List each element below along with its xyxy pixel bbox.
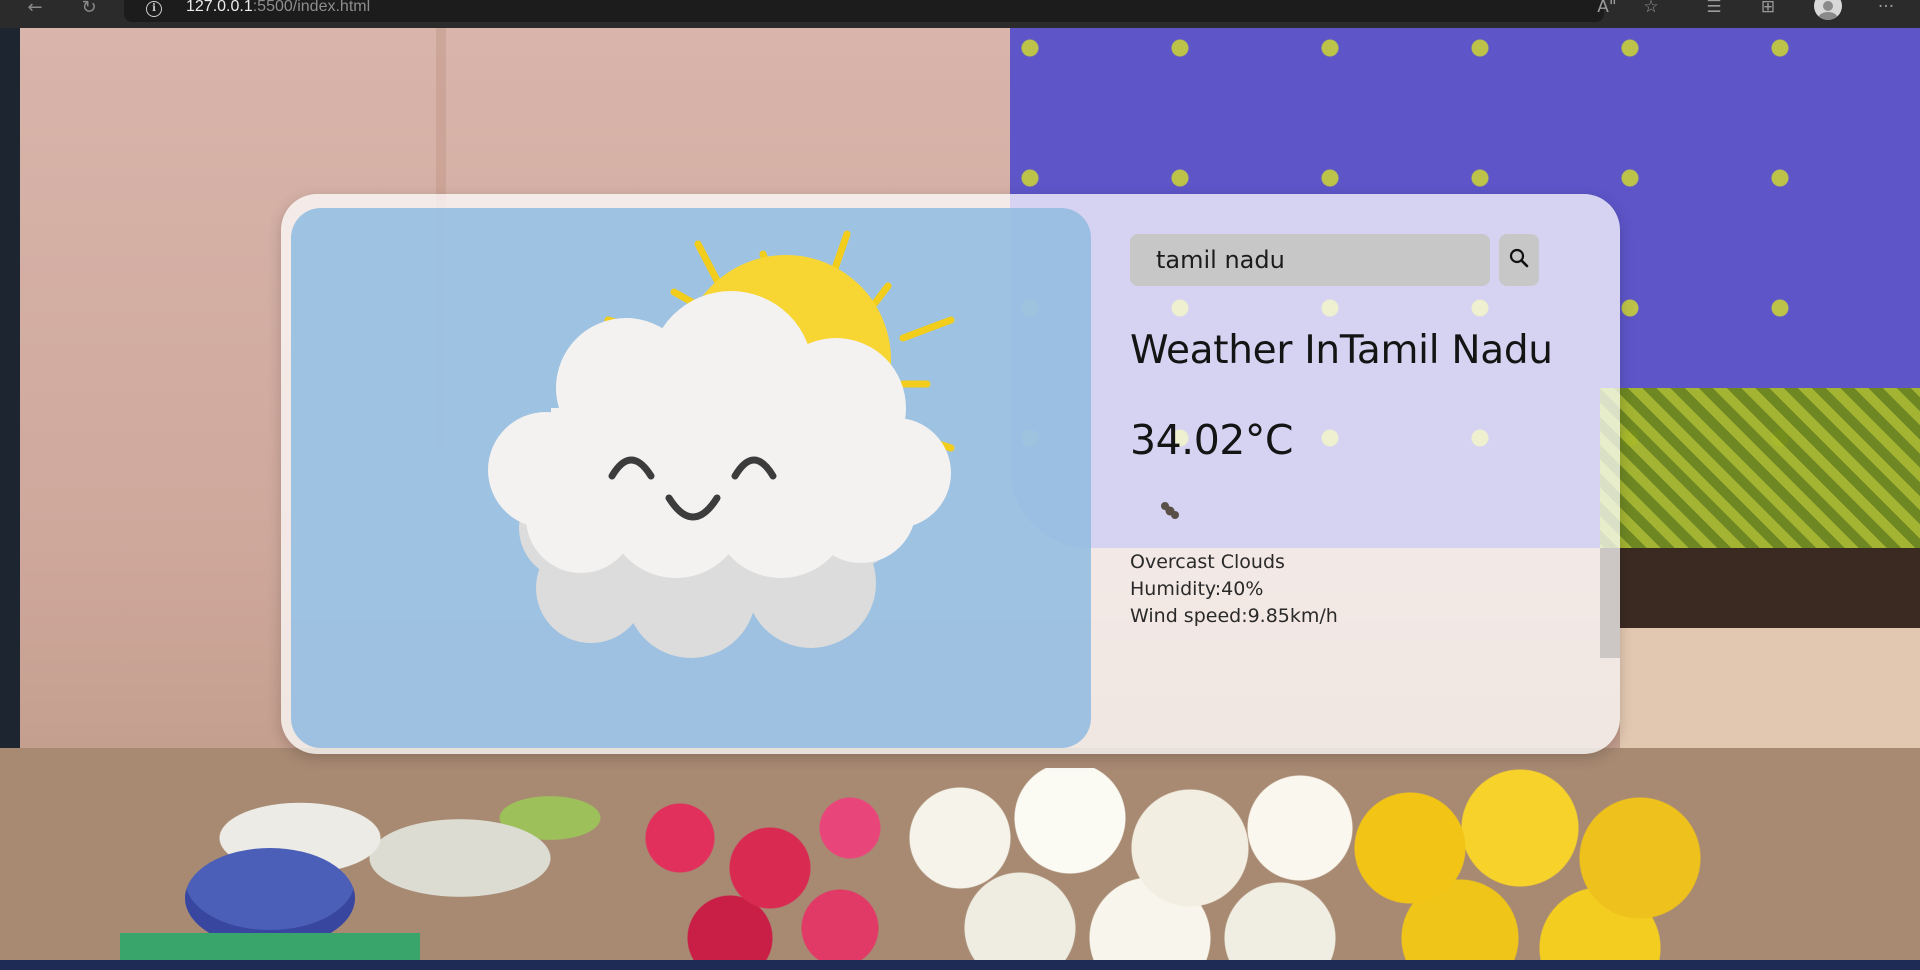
read-aloud-icon[interactable]: A"	[1593, 0, 1621, 18]
city-heading: Weather InTamil Nadu	[1130, 328, 1553, 373]
weather-card: Weather InTamil Nadu 34.02°C Overcast Cl…	[281, 194, 1620, 754]
green-tray	[120, 933, 420, 960]
collections-icon[interactable]: ⊞	[1754, 0, 1782, 18]
extension-icon[interactable]: ☆	[1637, 0, 1665, 18]
back-arrow-icon[interactable]: ←	[20, 0, 50, 24]
temperature-value: 34.02°C	[1130, 416, 1294, 464]
favorites-icon[interactable]: ☰	[1700, 0, 1728, 18]
weather-illustration	[291, 208, 1091, 748]
url-path: :5500/index.html	[252, 0, 371, 15]
url-host: 127.0.0.1	[186, 0, 253, 15]
browser-toolbar: ← ↻ i 127.0.0.1:5500/index.html A" ☆ ☰ ⊞…	[0, 0, 1920, 29]
search-icon	[1509, 248, 1529, 268]
cloth-border	[1600, 388, 1920, 558]
taskbar	[0, 960, 1920, 970]
address-bar[interactable]: i 127.0.0.1:5500/index.html	[124, 0, 1604, 22]
profile-avatar-icon[interactable]	[1814, 0, 1842, 20]
url-text: 127.0.0.1:5500/index.html	[186, 0, 370, 16]
sun-cloud-illustration-icon	[488, 230, 955, 658]
wind-speed-value: Wind speed:9.85km/h	[1130, 605, 1338, 627]
overcast-clouds-icon	[1156, 500, 1186, 524]
red-flowers	[620, 778, 900, 960]
search-button[interactable]	[1499, 234, 1539, 286]
white-flowers	[900, 768, 1360, 960]
more-menu-icon[interactable]: ···	[1872, 0, 1900, 18]
humidity-value: Humidity:40%	[1130, 578, 1264, 600]
weather-description: Overcast Clouds	[1130, 551, 1285, 573]
city-search-input[interactable]	[1130, 234, 1490, 286]
site-info-icon[interactable]: i	[146, 1, 162, 17]
yellow-flowers	[1350, 768, 1720, 960]
refresh-icon[interactable]: ↻	[74, 0, 104, 24]
